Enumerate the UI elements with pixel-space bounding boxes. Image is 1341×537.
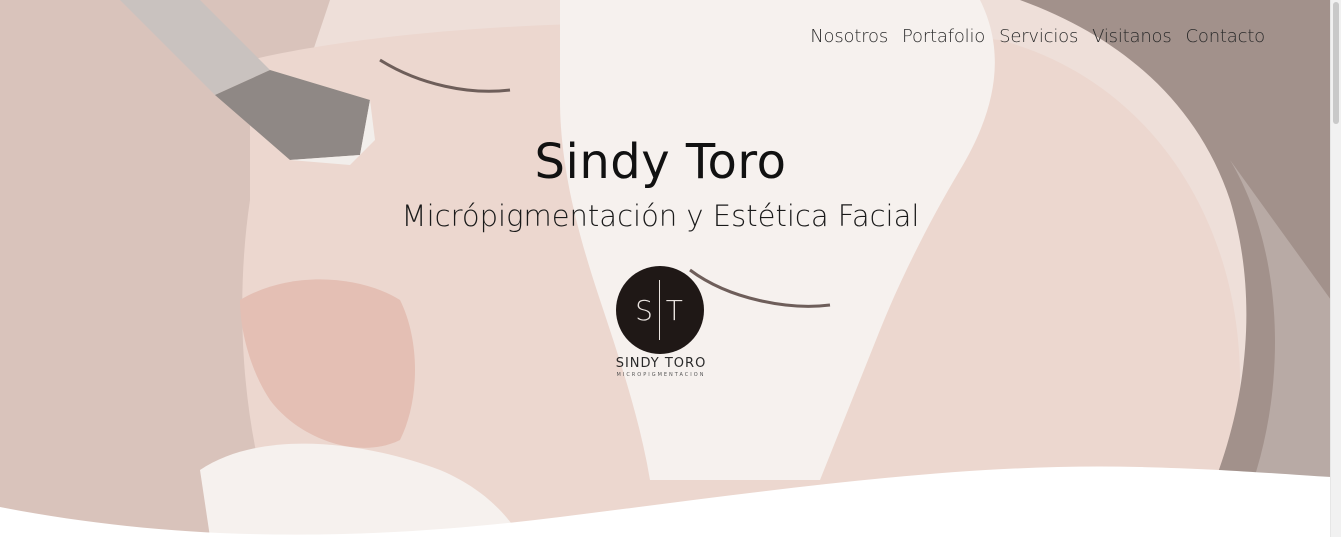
nav-link-portafolio[interactable]: Portafolio	[902, 26, 985, 47]
hero-title: Sindy Toro	[534, 134, 787, 190]
logo-monogram: S T	[635, 293, 685, 327]
logo-divider	[659, 280, 660, 340]
page-scrollbar[interactable]	[1330, 0, 1341, 537]
nav-link-nosotros[interactable]: Nosotros	[810, 26, 888, 47]
nav-link-visitanos[interactable]: Visitanos	[1092, 26, 1172, 47]
scrollbar-thumb[interactable]	[1333, 2, 1339, 124]
main-navigation: Nosotros Portafolio Servicios Visitanos …	[810, 26, 1265, 47]
bottom-wave-divider	[0, 466, 1331, 537]
logo-name: SINDY TORO	[615, 356, 707, 371]
hero-section: Nosotros Portafolio Servicios Visitanos …	[0, 0, 1331, 537]
nav-link-contacto[interactable]: Contacto	[1186, 26, 1266, 47]
nav-link-servicios[interactable]: Servicios	[999, 26, 1078, 47]
logo-tagline: MICROPIGMENTACION	[616, 372, 706, 378]
brand-logo[interactable]: S T SINDY TORO MICROPIGMENTACION	[606, 266, 716, 381]
hero-subtitle: Micrópigmentación y Estética Facial	[401, 199, 920, 233]
